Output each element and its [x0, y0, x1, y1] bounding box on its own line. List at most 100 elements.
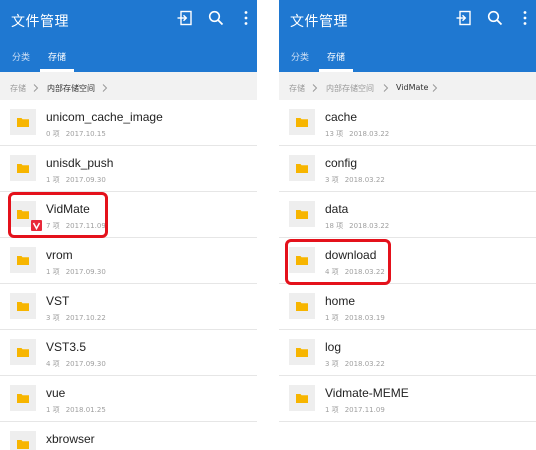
folder-thumb	[289, 201, 315, 227]
item-meta: 1 项 2018.01.25	[46, 405, 106, 415]
item-count: 1 项	[46, 176, 60, 184]
tab-storage[interactable]: 存储	[48, 50, 66, 63]
vidmate-badge-icon	[31, 220, 42, 231]
chevron-right-icon	[312, 83, 318, 93]
item-date: 2018.03.22	[344, 268, 385, 276]
chevron-right-icon	[33, 83, 39, 93]
folder-icon	[296, 393, 308, 403]
item-date: 2017.11.09	[344, 406, 385, 414]
list-item[interactable]: data 18 项 2018.03.22	[279, 192, 536, 238]
folder-thumb	[10, 247, 36, 273]
list-item[interactable]: Vidmate-MEME 1 项 2017.11.09	[279, 376, 536, 422]
folder-thumb	[10, 293, 36, 319]
list-item[interactable]: VST 3 项 2017.10.22	[0, 284, 257, 330]
list-item[interactable]: vrom 1 项 2017.09.30	[0, 238, 257, 284]
folder-icon	[17, 347, 29, 357]
folder-thumb	[289, 247, 315, 273]
folder-thumb	[289, 155, 315, 181]
item-count: 1 项	[325, 406, 339, 414]
item-date: 2018.03.22	[344, 360, 385, 368]
folder-icon	[17, 209, 29, 219]
item-count: 7 项	[46, 222, 60, 230]
right-screen: 文件管理 分类 存储 存储 内部存储空间 VidMate cache 13 项 2…	[279, 0, 536, 450]
item-count: 3 项	[46, 314, 60, 322]
list-item[interactable]: cache 13 项 2018.03.22	[279, 100, 536, 146]
breadcrumb-item-storage[interactable]: 存储	[10, 83, 26, 94]
item-name: xbrowser	[46, 432, 95, 446]
folder-icon	[296, 301, 308, 311]
list-item[interactable]: unicom_cache_image 0 项 2017.10.15	[0, 100, 257, 146]
item-meta: 1 项 2017.09.30	[46, 175, 106, 185]
breadcrumb-item-storage[interactable]: 存储	[289, 83, 305, 94]
file-list: cache 13 项 2018.03.22 config 3 项 2018.03.2…	[279, 100, 536, 450]
item-meta: 0 项 2017.10.15	[46, 129, 106, 139]
item-name: data	[325, 202, 349, 216]
item-name: vrom	[46, 248, 73, 262]
item-meta: 18 项 2018.03.22	[325, 221, 389, 231]
item-meta: 1 项 2018.03.19	[325, 313, 385, 323]
item-meta: 7 项 2017.11.09	[46, 221, 106, 231]
folder-icon	[17, 393, 29, 403]
item-count: 4 项	[325, 268, 339, 276]
list-item[interactable]: VST3.5 4 项 2017.09.30	[0, 330, 257, 376]
chevron-right-icon	[432, 83, 438, 93]
list-item[interactable]: home 1 项 2018.03.19	[279, 284, 536, 330]
tab-category[interactable]: 分类	[291, 50, 309, 63]
left-screen: 文件管理 分类 存储 存储 内部存储空间 unicom_cache_image …	[0, 0, 257, 450]
breadcrumb-item-vidmate[interactable]: VidMate	[396, 83, 428, 92]
folder-thumb	[10, 385, 36, 411]
item-date: 2017.10.22	[65, 314, 106, 322]
folder-thumb	[10, 155, 36, 181]
tab-category[interactable]: 分类	[12, 50, 30, 63]
item-date: 2018.03.22	[349, 130, 390, 138]
list-item[interactable]: config 3 项 2018.03.22	[279, 146, 536, 192]
folder-icon	[296, 209, 308, 219]
app-title: 文件管理	[290, 14, 348, 30]
more-vert-icon[interactable]	[516, 9, 534, 27]
item-name: VidMate	[46, 202, 90, 216]
item-date: 2017.09.30	[65, 268, 106, 276]
folder-icon	[17, 255, 29, 265]
item-meta: 1 项 2017.09.30	[46, 267, 106, 277]
app-title: 文件管理	[11, 14, 69, 30]
item-name: unisdk_push	[46, 156, 114, 170]
item-count: 18 项	[325, 222, 344, 230]
item-count: 3 项	[325, 360, 339, 368]
list-item[interactable]: vue 1 项 2018.01.25	[0, 376, 257, 422]
folder-icon	[296, 163, 308, 173]
folder-thumb	[10, 109, 36, 135]
chevron-right-icon	[102, 83, 108, 93]
export-icon[interactable]	[176, 9, 194, 27]
item-date: 2017.09.30	[65, 360, 106, 368]
more-vert-icon[interactable]	[237, 9, 255, 27]
breadcrumb-item-internal[interactable]: 内部存储空间	[326, 83, 374, 94]
list-item[interactable]: unisdk_push 1 项 2017.09.30	[0, 146, 257, 192]
item-name: log	[325, 340, 342, 354]
item-meta: 1 项 2017.11.09	[325, 405, 385, 415]
item-name: download	[325, 248, 377, 262]
item-count: 1 项	[325, 314, 339, 322]
folder-icon	[17, 163, 29, 173]
item-name: Vidmate-MEME	[325, 386, 409, 400]
item-name: VST3.5	[46, 340, 87, 354]
folder-thumb	[10, 201, 42, 231]
item-date: 2018.03.22	[349, 222, 390, 230]
export-icon[interactable]	[455, 9, 473, 27]
item-count: 13 项	[325, 130, 344, 138]
item-count: 1 项	[46, 268, 60, 276]
folder-thumb	[10, 339, 36, 365]
breadcrumb: 存储 内部存储空间	[0, 76, 257, 100]
item-date: 2018.01.25	[65, 406, 106, 414]
folder-thumb	[289, 339, 315, 365]
list-item[interactable]: download 4 项 2018.03.22	[279, 238, 536, 284]
list-item[interactable]: log 3 项 2018.03.22	[279, 330, 536, 376]
folder-thumb	[10, 431, 36, 450]
list-item[interactable]: xbrowser	[0, 422, 257, 450]
search-icon[interactable]	[207, 9, 225, 27]
list-item[interactable]: VidMate 7 项 2017.11.09	[0, 192, 257, 238]
tab-storage[interactable]: 存储	[327, 50, 345, 63]
item-date: 2017.10.15	[65, 130, 106, 138]
item-meta: 4 项 2017.09.30	[46, 359, 106, 369]
search-icon[interactable]	[486, 9, 504, 27]
breadcrumb-item-internal[interactable]: 内部存储空间	[47, 83, 95, 94]
